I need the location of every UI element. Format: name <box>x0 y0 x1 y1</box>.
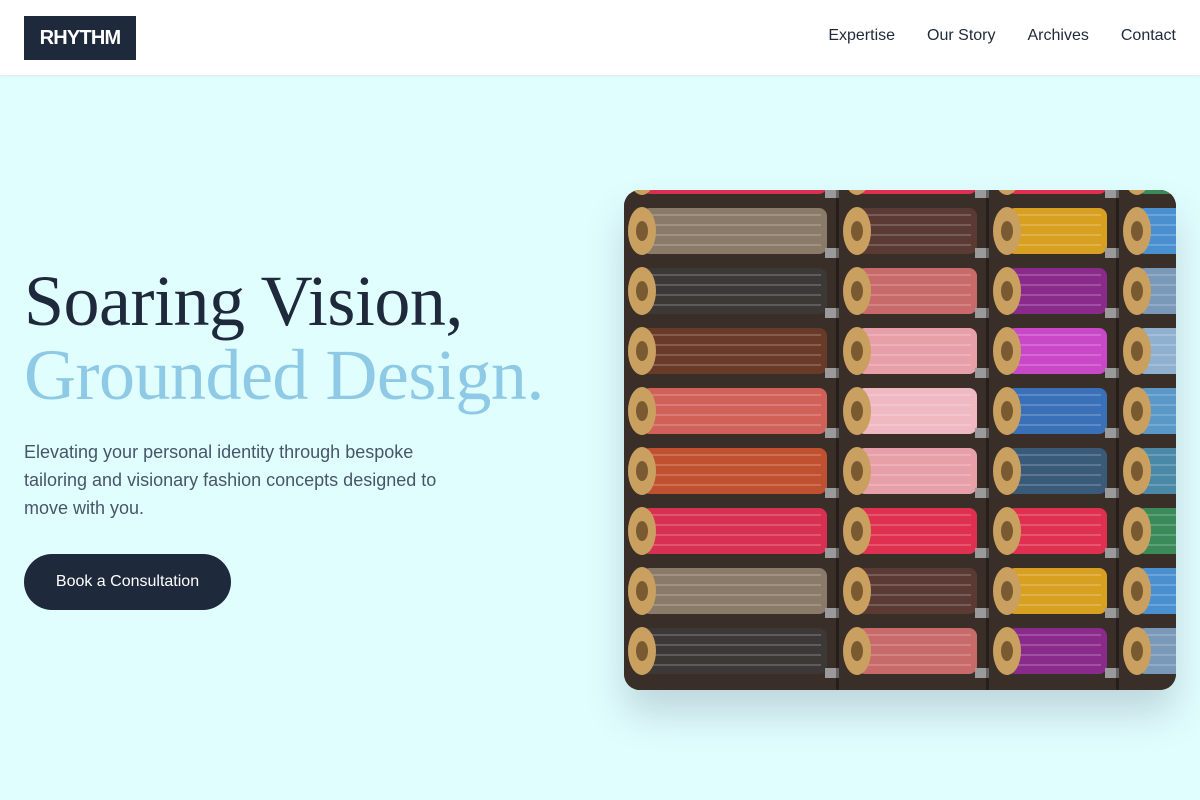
nav-link-archives[interactable]: Archives <box>1028 26 1089 46</box>
hero-image-thread-spools <box>624 190 1176 690</box>
hero-title: Soaring Vision, Grounded Design. <box>24 264 544 412</box>
hero-title-line1: Soaring Vision, <box>24 261 463 341</box>
book-consultation-button[interactable]: Book a Consultation <box>24 554 231 610</box>
thread-spools-illustration <box>624 190 1176 690</box>
nav-link-expertise[interactable]: Expertise <box>828 26 895 46</box>
main-nav: Expertise Our Story Archives Contact <box>828 26 1176 46</box>
site-header: RHYTHM Expertise Our Story Archives Cont… <box>0 0 1200 76</box>
hero-title-line2: Grounded Design. <box>24 335 544 415</box>
nav-link-our-story[interactable]: Our Story <box>927 26 995 46</box>
hero-subtitle: Elevating your personal identity through… <box>24 442 437 518</box>
logo-link[interactable]: RHYTHM <box>24 16 136 60</box>
nav-link-contact[interactable]: Contact <box>1121 26 1176 46</box>
